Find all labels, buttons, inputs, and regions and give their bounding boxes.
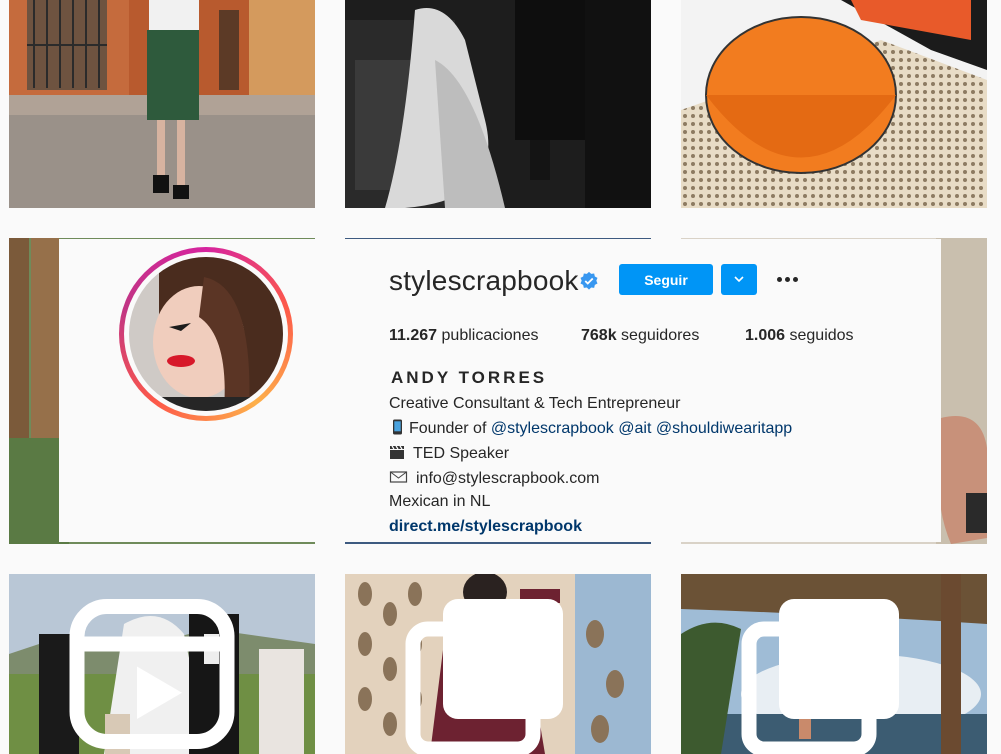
bio-line: Creative Consultant & Tech Entrepreneur — [389, 395, 681, 412]
profile-header: stylescrapbook Seguir 11.267 publicacion… — [59, 239, 941, 542]
grid-post-beach-view[interactable] — [681, 574, 987, 754]
following-count[interactable]: 1.006 seguidos — [745, 327, 854, 345]
grid-post-burgundy-dress[interactable] — [345, 574, 651, 754]
profile-username: stylescrapbook — [389, 265, 579, 296]
follow-button[interactable]: Seguir — [619, 264, 713, 295]
posts-count: 11.267 publicaciones — [389, 327, 539, 344]
more-options-icon[interactable] — [777, 277, 799, 283]
profile-full-name: ANDY TORRES — [391, 368, 548, 387]
verified-badge-icon — [580, 271, 598, 290]
followers-count[interactable]: 768k seguidores — [581, 327, 699, 345]
envelope-icon — [389, 471, 408, 483]
carousel-icon — [741, 599, 899, 754]
clapper-board-icon — [390, 445, 404, 459]
grid-post-bw-couple[interactable] — [345, 0, 651, 208]
grid-post-street-fashion[interactable] — [9, 0, 315, 208]
mention-link[interactable]: @ait — [618, 420, 651, 437]
chevron-down-icon — [734, 276, 744, 283]
mobile-phone-icon — [393, 419, 402, 435]
profile-website-link[interactable]: direct.me/stylescrapbook — [389, 518, 582, 536]
bio-line-location: Mexican in NL — [389, 493, 491, 510]
bio-line-email: info@stylescrapbook.com — [389, 469, 599, 488]
bio-line-founder: Founder of @stylescrapbook @ait @shouldi… — [389, 419, 792, 438]
story-ring[interactable] — [119, 247, 293, 421]
carousel-icon — [405, 599, 563, 754]
grid-post-orange-box[interactable] — [681, 0, 987, 208]
reel-icon — [69, 599, 235, 749]
suggestions-dropdown-button[interactable] — [721, 264, 757, 295]
mention-link[interactable]: @shouldiwearitapp — [656, 420, 792, 437]
bio-line-ted: TED Speaker — [389, 444, 509, 463]
mention-link[interactable]: @stylescrapbook — [491, 420, 614, 437]
grid-post-wedding-procession[interactable] — [9, 574, 315, 754]
avatar[interactable] — [129, 257, 283, 411]
